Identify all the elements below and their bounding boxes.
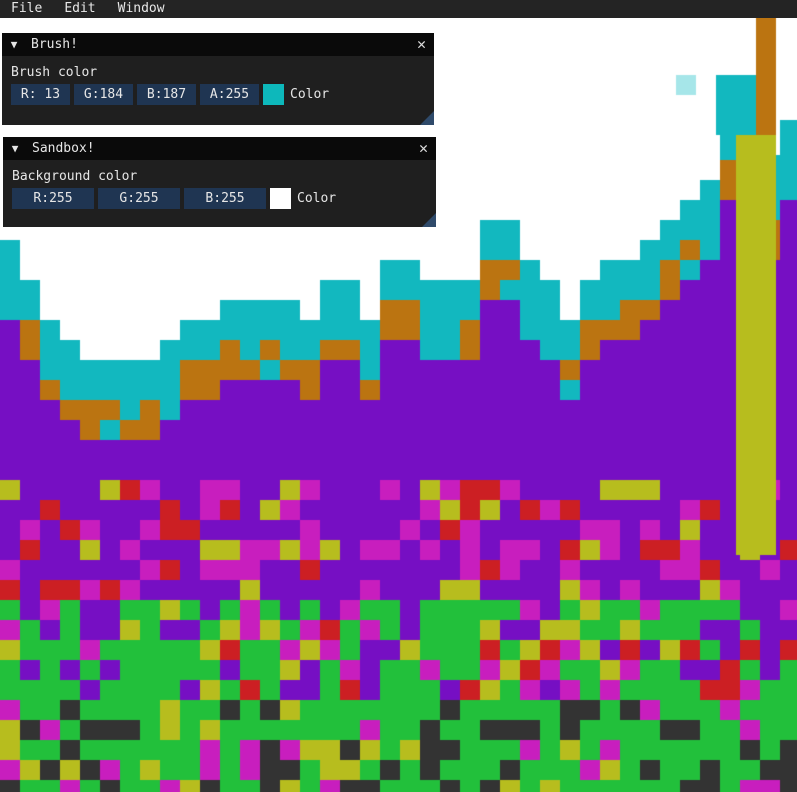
menu-edit[interactable]: Edit [53,0,106,18]
close-icon[interactable]: ✕ [419,139,428,157]
brush-panel: ▼ Brush! ✕ Brush color R: 13 G:184 B:187… [2,33,434,125]
brush-b-field[interactable]: B:187 [137,84,196,105]
menu-bar: File Edit Window [0,0,797,18]
menu-file[interactable]: File [0,0,53,18]
resize-grip-icon[interactable] [422,213,436,227]
brush-panel-title: Brush! [31,37,78,52]
background-color-swatch[interactable] [270,188,291,209]
background-r-field[interactable]: R:255 [12,188,94,209]
brush-r-field[interactable]: R: 13 [11,84,70,105]
background-g-field[interactable]: G:255 [98,188,180,209]
close-icon[interactable]: ✕ [417,35,426,53]
brush-color-text: Color [290,87,330,102]
background-b-field[interactable]: B:255 [184,188,266,209]
brush-color-swatch[interactable] [263,84,284,105]
brush-color-label: Brush color [11,65,98,80]
collapse-triangle-icon[interactable]: ▼ [5,38,23,51]
background-color-label: Background color [12,169,138,184]
sandbox-panel: ▼ Sandbox! ✕ Background color R:255 G:25… [3,137,436,227]
brush-g-field[interactable]: G:184 [74,84,133,105]
collapse-triangle-icon[interactable]: ▼ [6,142,24,155]
sandbox-panel-titlebar[interactable]: ▼ Sandbox! ✕ [3,137,436,160]
background-color-text: Color [297,191,337,206]
menu-window[interactable]: Window [107,0,176,18]
resize-grip-icon[interactable] [420,111,434,125]
brush-a-field[interactable]: A:255 [200,84,259,105]
sandbox-panel-title: Sandbox! [32,141,95,156]
brush-panel-titlebar[interactable]: ▼ Brush! ✕ [2,33,434,56]
